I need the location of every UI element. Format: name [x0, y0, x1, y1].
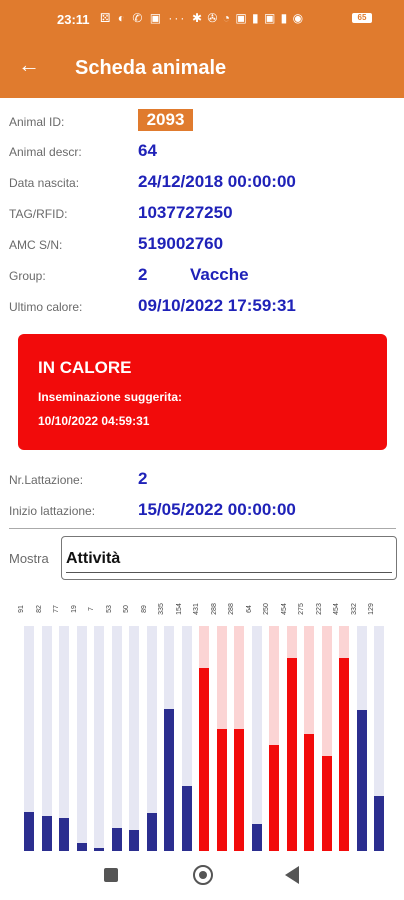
- mostra-select[interactable]: Attività: [61, 536, 397, 580]
- tag-row: TAG/RFID: 1037727250: [0, 203, 404, 227]
- chart-bar-track: [77, 626, 87, 851]
- chart-bar: [234, 729, 244, 851]
- battery-icon: 65: [352, 13, 372, 23]
- chart-bar: [304, 734, 314, 851]
- chart-bar-track: [252, 626, 262, 851]
- chart-bar: [252, 824, 262, 851]
- chart-bar: [112, 828, 122, 851]
- chart-bar: [164, 709, 174, 851]
- chart-bar-track: [94, 626, 104, 851]
- alert-heading: IN CALORE: [38, 358, 132, 377]
- chart-bar: [269, 745, 279, 851]
- tag-value: 1037727250: [138, 203, 233, 222]
- chart-bar: [374, 796, 384, 851]
- lattazione-row: Nr.Lattazione: 2: [0, 469, 404, 493]
- chart-bar: [147, 813, 157, 851]
- chart-bar: [322, 756, 332, 851]
- chart-bar: [129, 830, 139, 851]
- group-label: Group:: [9, 269, 46, 283]
- lattazione-label: Nr.Lattazione:: [9, 473, 84, 487]
- recents-icon[interactable]: [104, 868, 118, 882]
- chart-bar: [59, 818, 69, 851]
- animal-id-badge: 2093: [138, 109, 193, 131]
- notification-icons: ⚄ ◐ ✆ ▣ ···: [100, 11, 187, 25]
- status-bar: 23:11 ⚄ ◐ ✆ ▣ ··· ✱ ✇ ◔ ▣ ▮ ▣ ▮ ◉ 65: [0, 0, 404, 38]
- inizio-lattazione-label: Inizio lattazione:: [9, 504, 96, 518]
- back-arrow-icon[interactable]: ←: [18, 52, 40, 78]
- chart-bar: [77, 843, 87, 851]
- page-title: Scheda animale: [75, 57, 227, 79]
- chart-bar: [94, 848, 104, 851]
- alert-subtitle: Inseminazione suggerita:: [38, 390, 183, 404]
- status-time: 23:11: [57, 12, 90, 27]
- system-icons: ✱ ✇ ◔ ▣ ▮ ▣ ▮ ◉: [192, 11, 305, 25]
- inizio-lattazione-row: Inizio lattazione: 15/05/2022 00:00:00: [0, 500, 404, 524]
- chart-bar: [24, 812, 34, 851]
- group-number: 2: [138, 265, 148, 284]
- chart-bar: [217, 729, 227, 851]
- home-icon[interactable]: [193, 865, 213, 885]
- app-bar: ← Scheda animale: [0, 38, 404, 98]
- ultimo-calore-row: Ultimo calore: 09/10/2022 17:59:31: [0, 296, 404, 320]
- inizio-lattazione-value: 15/05/2022 00:00:00: [138, 500, 296, 519]
- animal-id-label: Animal ID:: [9, 115, 65, 129]
- data-nascita-label: Data nascita:: [9, 176, 80, 190]
- group-name: Vacche: [190, 265, 249, 284]
- chart-bar: [199, 668, 209, 851]
- animal-descr-row: Animal descr: 64: [0, 141, 404, 165]
- chart-tick-label: 129: [368, 603, 375, 615]
- data-nascita-value: 24/12/2018 00:00:00: [138, 172, 296, 191]
- amc-label: AMC S/N:: [9, 238, 63, 252]
- chart-bar: [287, 658, 297, 851]
- nav-back-icon[interactable]: [285, 866, 299, 884]
- ultimo-calore-value: 09/10/2022 17:59:31: [138, 296, 296, 315]
- chart-bar-track: [129, 626, 139, 851]
- tag-label: TAG/RFID:: [9, 207, 68, 221]
- system-nav-bar: [0, 856, 404, 900]
- animal-id-row: Animal ID: 2093: [0, 109, 404, 135]
- chart-bar: [357, 710, 367, 851]
- animal-descr-label: Animal descr:: [9, 145, 82, 159]
- amc-value: 519002760: [138, 234, 224, 253]
- data-nascita-row: Data nascita: 24/12/2018 00:00:00: [0, 172, 404, 196]
- chart-bar-track: [112, 626, 122, 851]
- animal-descr-value: 64: [138, 141, 157, 160]
- heat-alert-card: IN CALORE Inseminazione suggerita: 10/10…: [18, 334, 387, 450]
- alert-date: 10/10/2022 04:59:31: [38, 414, 150, 428]
- chart-bar: [339, 658, 349, 851]
- section-divider: [9, 528, 396, 529]
- chart-bar: [182, 786, 192, 851]
- lattazione-value: 2: [138, 469, 148, 488]
- select-underline: [66, 572, 392, 573]
- activity-chart: 91 82 77 19 7 53 50 89 335 154 431 288 288 64 250 454 27…: [0, 598, 404, 856]
- amc-row: AMC S/N: 519002760: [0, 234, 404, 258]
- mostra-selected-value: Attività: [66, 550, 121, 567]
- mostra-label: Mostra: [9, 551, 49, 566]
- group-row: Group: 2 Vacche: [0, 265, 404, 289]
- chart-bar: [42, 816, 52, 851]
- ultimo-calore-label: Ultimo calore:: [9, 300, 83, 314]
